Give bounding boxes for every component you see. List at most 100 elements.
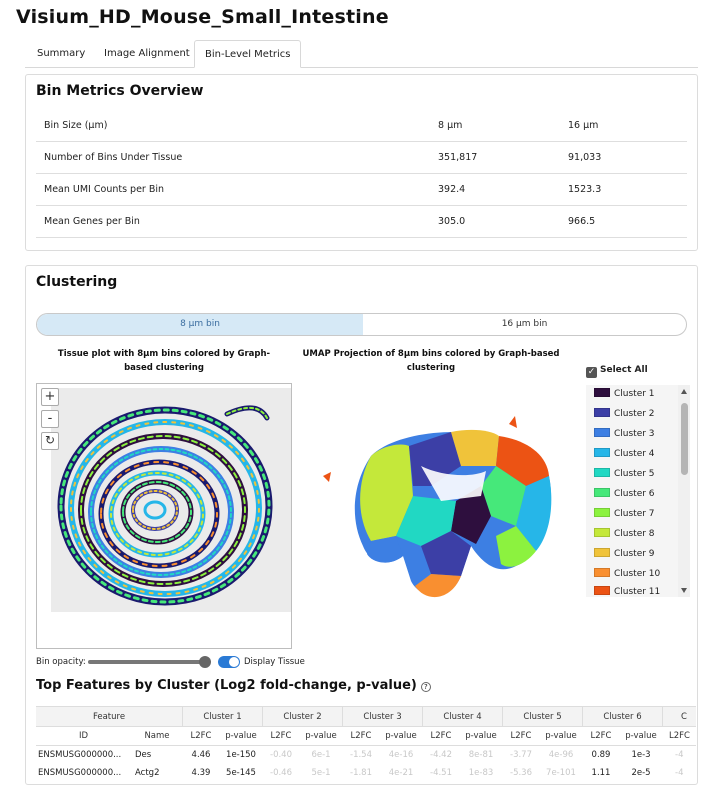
- top-features-title: Top Features by Cluster (Log2 fold-chang…: [36, 678, 431, 693]
- tab-image-alignment[interactable]: Image Alignment: [94, 40, 200, 68]
- l2fc-value: 1.11: [591, 768, 611, 778]
- pvalue-header: p-value: [459, 727, 503, 746]
- legend-item[interactable]: Cluster 5: [594, 467, 655, 481]
- l2fc-header: L2FC: [263, 727, 299, 746]
- legend-label: Cluster 8: [614, 529, 655, 539]
- tissue-plot[interactable]: + - ↻: [36, 383, 292, 649]
- l2fc-value: -5.36: [510, 768, 532, 778]
- cluster-header: C: [663, 707, 696, 727]
- legend-item[interactable]: Cluster 3: [594, 427, 655, 441]
- bin-opacity-slider[interactable]: [88, 660, 206, 664]
- reset-view-button[interactable]: ↻: [41, 432, 59, 450]
- scroll-down-icon[interactable]: [681, 588, 687, 593]
- metric-value-8um: 392.4: [438, 184, 466, 195]
- legend-item[interactable]: Cluster 2: [594, 407, 655, 421]
- scroll-up-icon[interactable]: [681, 389, 687, 394]
- swatch: [594, 408, 610, 417]
- pvalue-header: p-value: [379, 727, 423, 746]
- l2fc-header: L2FC: [503, 727, 539, 746]
- umap-plot[interactable]: [311, 406, 561, 606]
- id-header: ID: [36, 727, 131, 746]
- select-all-checkbox[interactable]: ✓ Select All: [586, 363, 648, 378]
- zoom-out-button[interactable]: -: [41, 410, 59, 428]
- l2fc-header: L2FC: [663, 727, 696, 746]
- l2fc-header: L2FC: [183, 727, 219, 746]
- help-icon[interactable]: ?: [420, 682, 431, 692]
- pvalue-header: p-value: [299, 727, 343, 746]
- cluster-header: Cluster 2: [263, 707, 343, 727]
- legend-item[interactable]: Cluster 4: [594, 447, 655, 461]
- l2fc-header: L2FC: [343, 727, 379, 746]
- feature-id[interactable]: ENSMUSG000000...: [36, 765, 131, 782]
- pvalue-header: p-value: [219, 727, 263, 746]
- swatch: [594, 488, 610, 497]
- legend-item[interactable]: Cluster 11: [594, 585, 660, 597]
- metric-value-8um: 305.0: [438, 216, 466, 227]
- umap-plot-title: UMAP Projection of 8µm bins colored by G…: [302, 349, 560, 373]
- swatch: [594, 528, 610, 537]
- cluster-header: Cluster 6: [583, 707, 663, 727]
- metric-value-16um: 966.5: [568, 216, 596, 227]
- bin-opacity-handle[interactable]: [199, 656, 211, 668]
- legend-item[interactable]: Cluster 6: [594, 487, 655, 501]
- pvalue-header: p-value: [539, 727, 583, 746]
- check-icon: ✓: [586, 367, 597, 378]
- swatch: [594, 548, 610, 557]
- l2fc-header: L2FC: [423, 727, 459, 746]
- pvalue: 1e-3: [631, 750, 651, 760]
- cluster-header: Cluster 1: [183, 707, 263, 727]
- name-header: Name: [131, 727, 183, 746]
- scroll-thumb[interactable]: [681, 403, 688, 475]
- swatch: [594, 586, 610, 595]
- legend-label: Cluster 10: [614, 569, 661, 579]
- cluster-legend-list: Cluster 1 Cluster 2 Cluster 3 Cluster 4 …: [586, 385, 690, 597]
- l2fc-value: 4.39: [191, 768, 211, 778]
- l2fc-value: 4.46: [191, 750, 211, 760]
- pvalue: 7e-101: [546, 768, 576, 778]
- legend-item[interactable]: Cluster 8: [594, 527, 655, 541]
- legend-item[interactable]: Cluster 9: [594, 547, 655, 561]
- metric-value-8um: 8 µm: [438, 120, 463, 131]
- page-title: Visium_HD_Mouse_Small_Intestine: [16, 6, 389, 28]
- metric-value-16um: 1523.3: [568, 184, 602, 195]
- legend-item[interactable]: Cluster 10: [594, 567, 660, 581]
- tab-summary[interactable]: Summary: [27, 40, 95, 68]
- zoom-in-button[interactable]: +: [41, 388, 59, 406]
- legend-label: Cluster 5: [614, 469, 655, 479]
- metric-value-16um: 91,033: [568, 152, 602, 163]
- opacity-row: Bin opacity: Display Tissue: [36, 655, 336, 669]
- swatch: [594, 508, 610, 517]
- feature-header: Feature: [36, 707, 183, 727]
- cluster-header: Cluster 3: [343, 707, 423, 727]
- pvalue: 4e-21: [388, 768, 414, 778]
- legend-item[interactable]: Cluster 1: [594, 387, 655, 401]
- tissue-plot-title: Tissue plot with 8µm bins colored by Gra…: [57, 349, 271, 373]
- cluster-header: Cluster 4: [423, 707, 503, 727]
- l2fc-value: -1.81: [350, 768, 372, 778]
- bin-metrics-table: Bin Size (µm) 8 µm 16 µm Number of Bins …: [36, 110, 687, 238]
- pvalue: 5e-145: [226, 768, 256, 778]
- l2fc-value: -1.54: [350, 750, 372, 760]
- toggle-16um-bin[interactable]: 16 µm bin: [363, 314, 686, 335]
- feature-id[interactable]: ENSMUSG000000...: [36, 747, 131, 764]
- metric-label: Bin Size (µm): [44, 120, 108, 131]
- tab-bin-level-metrics[interactable]: Bin-Level Metrics: [194, 40, 302, 68]
- top-features-table: Feature Cluster 1 Cluster 2 Cluster 3 Cl…: [36, 706, 696, 786]
- bin-metrics-title: Bin Metrics Overview: [36, 83, 204, 99]
- l2fc-value: -4: [675, 750, 684, 760]
- l2fc-value: -4.51: [430, 768, 452, 778]
- swatch: [594, 448, 610, 457]
- clustering-card: Clustering 8 µm bin 16 µm bin Tissue plo…: [25, 265, 698, 785]
- pvalue: 1e-150: [226, 750, 256, 760]
- legend-label: Cluster 9: [614, 549, 655, 559]
- pvalue: 5e-1: [311, 768, 331, 778]
- legend-item[interactable]: Cluster 7: [594, 507, 655, 521]
- toggle-8um-bin[interactable]: 8 µm bin: [37, 314, 363, 335]
- metric-value-8um: 351,817: [438, 152, 478, 163]
- display-tissue-switch[interactable]: [218, 656, 240, 668]
- legend-label: Cluster 6: [614, 489, 655, 499]
- l2fc-value: -0.40: [270, 750, 292, 760]
- tab-bar: Summary Image Alignment Bin-Level Metric…: [25, 40, 698, 68]
- swatch: [594, 568, 610, 577]
- legend-scrollbar[interactable]: [678, 385, 690, 597]
